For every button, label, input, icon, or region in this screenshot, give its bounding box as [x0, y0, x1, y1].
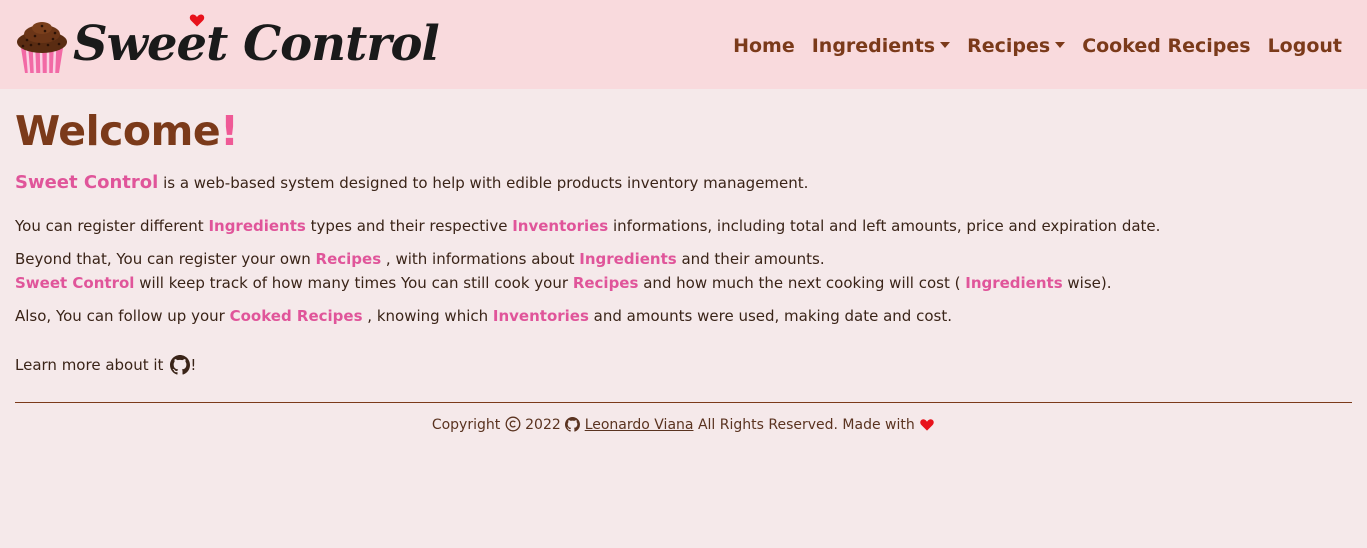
nav-recipes-dropdown[interactable]: Recipes — [967, 35, 1066, 57]
highlight-recipes: Recipes — [572, 274, 639, 292]
github-link[interactable] — [170, 355, 191, 375]
learn-more-paragraph: Learn more about it ! — [15, 353, 196, 377]
nav-cooked-recipes[interactable]: Cooked Recipes — [1082, 35, 1250, 57]
caret-down-icon — [940, 42, 951, 48]
highlight-ingredients: Ingredients — [965, 274, 1063, 292]
intro-text: is a web-based system designed to help w… — [158, 174, 809, 192]
footer: Copyright 2022 Leonardo Viana All Rights… — [0, 414, 1367, 436]
footer-divider — [15, 402, 1352, 403]
brand-highlight: Sweet Control — [15, 172, 159, 193]
highlight-ingredients: Ingredients — [579, 250, 677, 268]
intro-paragraph: Sweet Control is a web-based system desi… — [15, 171, 808, 195]
highlight-recipes: Recipes — [315, 250, 382, 268]
tracking-paragraph: Sweet Control will keep track of how man… — [15, 271, 1112, 295]
nav-home-label: Home — [733, 35, 795, 57]
heart-icon — [920, 419, 934, 431]
page-title: Welcome! — [15, 105, 1352, 157]
highlight-sweet-control: Sweet Control — [15, 274, 135, 292]
nav-recipes-label: Recipes — [967, 35, 1051, 57]
nav-ingredients-dropdown[interactable]: Ingredients — [811, 35, 951, 57]
text: and their amounts. — [676, 250, 825, 268]
highlight-ingredients: Ingredients — [208, 217, 306, 235]
text: will keep track of how many times You ca… — [134, 274, 573, 292]
recipes-paragraph: Beyond that, You can register your own R… — [15, 247, 825, 271]
text: You can register different — [15, 217, 209, 235]
learn-more-exclamation: ! — [190, 356, 197, 374]
nav-logout-label: Logout — [1267, 35, 1342, 57]
text: types and their respective — [305, 217, 513, 235]
copyright-label: Copyright — [431, 417, 501, 433]
copyright-icon — [505, 416, 521, 432]
nav-logout[interactable]: Logout — [1268, 35, 1342, 57]
cooked-paragraph: Also, You can follow up your Cooked Reci… — [15, 304, 952, 328]
text: informations, including total and left a… — [608, 217, 1161, 235]
brand-logo[interactable]: Sweet Control — [15, 12, 440, 78]
github-icon — [170, 355, 191, 375]
text: Beyond that, You can register your own — [15, 250, 316, 268]
text: , with informations about — [381, 250, 580, 268]
navbar: Sweet Control Home Ingredients Recipes C… — [0, 0, 1367, 89]
page-title-exclamation: ! — [220, 107, 239, 155]
highlight-cooked-recipes: Cooked Recipes — [229, 307, 363, 325]
highlight-inventories: Inventories — [492, 307, 589, 325]
rights-text: All Rights Reserved. Made with — [697, 417, 915, 433]
copyright-year: 2022 — [525, 417, 561, 433]
highlight-inventories: Inventories — [512, 217, 609, 235]
author-link[interactable]: Leonardo Viana — [585, 417, 694, 433]
nav-ingredients-label: Ingredients — [811, 35, 936, 57]
nav-home[interactable]: Home — [733, 35, 795, 57]
heart-icon — [189, 14, 205, 27]
main-content: Welcome! Sweet Control is a web-based sy… — [15, 105, 1352, 375]
page-title-text: Welcome — [15, 107, 221, 155]
brand-name: Sweet Control — [73, 16, 440, 72]
text: and how much the next cooking will cost … — [638, 274, 966, 292]
main-nav: Home Ingredients Recipes Cooked Recipes … — [733, 30, 1342, 62]
nav-cooked-recipes-label: Cooked Recipes — [1082, 35, 1251, 57]
cupcake-icon — [17, 22, 67, 74]
text: and amounts were used, making date and c… — [588, 307, 952, 325]
text: , knowing which — [362, 307, 493, 325]
learn-more-text: Learn more about it — [15, 356, 164, 374]
ingredients-paragraph: You can register different Ingredients t… — [15, 214, 1160, 238]
text: Also, You can follow up your — [15, 307, 230, 325]
github-icon — [565, 417, 581, 432]
caret-down-icon — [1055, 42, 1066, 48]
text: wise). — [1062, 274, 1112, 292]
